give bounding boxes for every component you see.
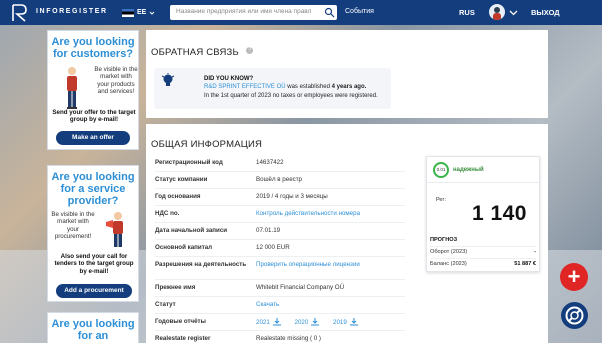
reg-label: Рег: bbox=[436, 197, 447, 203]
prognosis-label: ПРОГНОЗ bbox=[430, 237, 458, 243]
info-row: Прежнее имя Whitebit Financial Company O… bbox=[155, 280, 405, 297]
info-row: Годовые отчёты 2021 2020 2019 bbox=[155, 314, 405, 331]
ad-find-provider: Are you looking for a service provider? … bbox=[47, 165, 139, 302]
did-you-know-heading: DID YOU KNOW? bbox=[204, 76, 254, 82]
events-link[interactable]: События bbox=[345, 8, 374, 15]
feedback-panel: ОБРАТНАЯ СВЯЗЬ ? DID YOU KNOW? R&D SPRIN… bbox=[146, 30, 548, 118]
ad-title: Are you looking for an bbox=[51, 318, 135, 342]
brand-name[interactable]: INFOREGISTER bbox=[36, 8, 108, 15]
info-row: Статус компании Вошёл в реестр bbox=[155, 172, 405, 189]
ad-bold-text: Send your offer to the target group by e… bbox=[52, 109, 136, 124]
info-row: Основной капитал 12 000 EUR bbox=[155, 240, 405, 257]
add-button[interactable]: + bbox=[560, 263, 588, 291]
ad-title: Are you looking for a service provider? bbox=[51, 171, 135, 207]
feedback-title: ОБРАТНАЯ СВЯЗЬ bbox=[151, 47, 239, 58]
inforegister-logo-icon[interactable] bbox=[8, 2, 30, 23]
ad-text: Be visible in the market with your procu… bbox=[51, 211, 95, 241]
country-code: EE bbox=[137, 9, 147, 16]
info-row: НДС no. Контроль действительности номера bbox=[155, 206, 405, 223]
lifebuoy-icon bbox=[565, 306, 584, 325]
download-icon[interactable] bbox=[349, 318, 358, 326]
add-procurement-button[interactable]: Add a procurement bbox=[56, 284, 132, 298]
language-switch[interactable]: RUS bbox=[459, 8, 475, 17]
search-input[interactable]: Название предприятия или имя члена правл bbox=[170, 5, 337, 20]
reg-value: 1 140 bbox=[471, 202, 527, 225]
annual-report-2019-link[interactable]: 2019 bbox=[333, 319, 347, 326]
did-you-know-box: DID YOU KNOW? R&D SPRINT EFFECTIVE OÜ wa… bbox=[154, 68, 391, 109]
chevron-down-icon bbox=[149, 11, 155, 15]
person-illustration-icon bbox=[67, 67, 77, 109]
annual-report-2021-link[interactable]: 2021 bbox=[256, 319, 270, 326]
general-info-panel: ОБЩАЯ ИНФОРМАЦИЯ Регистрационный код 146… bbox=[146, 124, 548, 343]
ad-partial: Are you looking for an bbox=[47, 312, 139, 343]
turnover-row: Оборот (2023) - bbox=[430, 246, 536, 258]
forecast-card: 0.01 надежный Рег: 1 140 ПРОГНОЗ Оборот … bbox=[426, 156, 540, 272]
help-icon[interactable]: ? bbox=[246, 47, 254, 55]
info-row: Регистрационный код 14637422 bbox=[155, 155, 405, 172]
vat-check-link[interactable]: Контроль действительности номера bbox=[256, 210, 360, 217]
balance-row: Баланс (2023) 51 887 € bbox=[430, 258, 536, 270]
info-row: Год основания 2019 / 4 годы и 3 месяцы bbox=[155, 189, 405, 206]
ad-title: Are you looking for customers? bbox=[51, 36, 135, 60]
ad-find-customers: Are you looking for customers? Be visibl… bbox=[47, 30, 139, 150]
chevron-down-icon[interactable] bbox=[509, 8, 518, 17]
estonia-flag-icon bbox=[122, 8, 134, 17]
logout-link[interactable]: ВЫХОД bbox=[531, 8, 560, 17]
general-info-title: ОБЩАЯ ИНФОРМАЦИЯ bbox=[151, 139, 263, 150]
rating-badge: 0.01 bbox=[433, 162, 449, 178]
top-navigation-bar: INFOREGISTER EE Название предприятия или… bbox=[0, 0, 602, 25]
avatar[interactable] bbox=[489, 4, 505, 20]
licenses-link[interactable]: Проверить операционные лицензии bbox=[256, 261, 360, 268]
reliability-label: надежный bbox=[453, 167, 484, 173]
lightbulb-icon bbox=[161, 73, 175, 86]
make-offer-button[interactable]: Make an offer bbox=[56, 131, 130, 145]
info-row: Разрешения на деятельность Проверить опе… bbox=[155, 257, 405, 280]
download-icon[interactable] bbox=[311, 318, 320, 326]
support-button[interactable] bbox=[561, 302, 588, 329]
info-row: Realestate register Realestate missing (… bbox=[155, 335, 321, 342]
ad-text: Be visible in the market with your produ… bbox=[94, 66, 138, 96]
statute-download-link[interactable]: Скачать bbox=[256, 301, 279, 308]
company-link[interactable]: R&D SPRINT EFFECTIVE OÜ bbox=[204, 84, 286, 90]
ad-bold-text: Also send your call for tenders to the t… bbox=[54, 253, 134, 275]
annual-report-2020-link[interactable]: 2020 bbox=[295, 319, 309, 326]
tax-notice: In the 1st quarter of 2023 no taxes or e… bbox=[204, 93, 378, 99]
country-select[interactable]: EE bbox=[122, 6, 155, 19]
megaphone-person-icon bbox=[106, 212, 123, 247]
info-row: Статут Скачать bbox=[155, 297, 405, 314]
download-icon[interactable] bbox=[272, 318, 281, 326]
search-icon[interactable] bbox=[324, 7, 335, 18]
info-row: Дата начальной записи 07.01.19 bbox=[155, 223, 405, 240]
